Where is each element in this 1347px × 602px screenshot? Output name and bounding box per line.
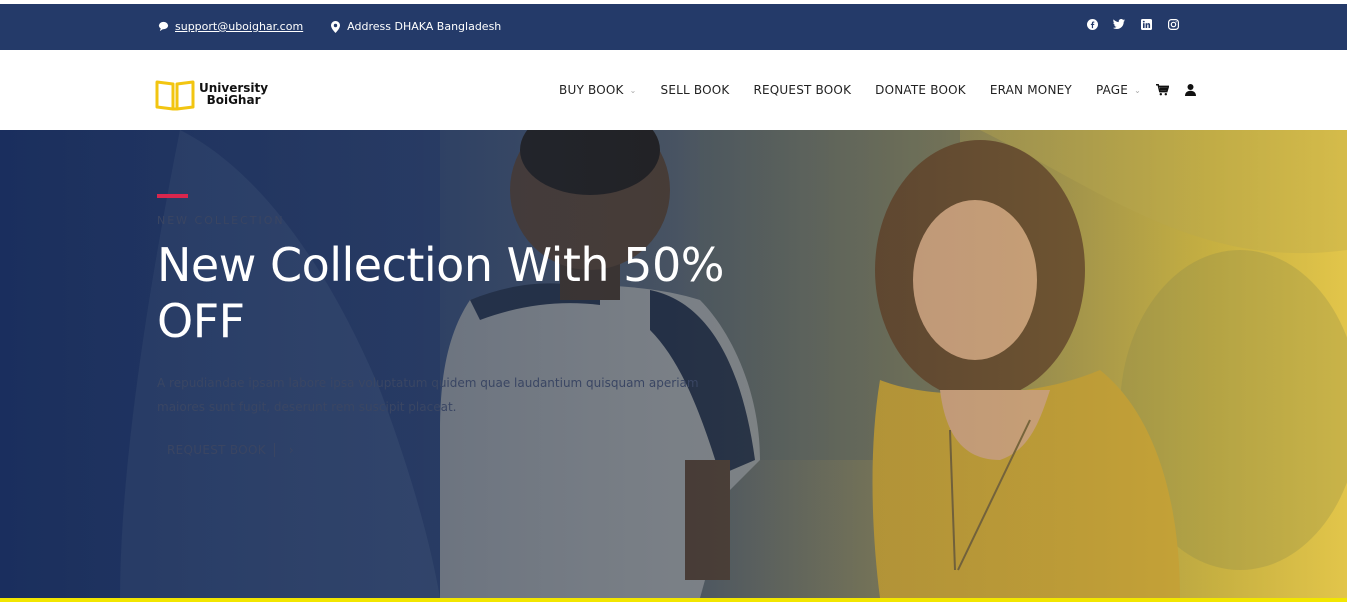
nav-item-label[interactable]: DONATE BOOK: [875, 83, 966, 97]
hero-kicker: NEW COLLECTION: [157, 214, 285, 227]
email-contact[interactable]: support@uboighar.com: [157, 20, 303, 33]
main-menu: BUY BOOK ⌄ SELL BOOK REQUEST BOOK DONATE…: [535, 83, 1197, 97]
top-bar: support@uboighar.com Address DHAKA Bangl…: [0, 0, 1347, 50]
hero-content: NEW COLLECTION New Collection With 50% O…: [157, 194, 737, 458]
cta-label[interactable]: REQUEST BOOK: [167, 443, 266, 457]
nav-item-request-book[interactable]: REQUEST BOOK: [753, 83, 851, 97]
twitter-icon[interactable]: [1113, 18, 1125, 30]
user-icon[interactable]: [1183, 83, 1197, 97]
site-logo[interactable]: University BoiGhar: [155, 77, 268, 111]
instagram-icon[interactable]: [1167, 18, 1179, 30]
request-book-button[interactable]: REQUEST BOOK ›: [157, 443, 294, 457]
nav-item-label[interactable]: BUY BOOK: [559, 83, 624, 97]
chevron-down-icon: ⌄: [1134, 85, 1141, 95]
linkedin-icon[interactable]: [1140, 18, 1152, 30]
hero-banner: NEW COLLECTION New Collection With 50% O…: [0, 130, 1347, 598]
nav-item-label[interactable]: SELL BOOK: [661, 83, 730, 97]
nav-item-eran-money[interactable]: ERAN MONEY: [990, 83, 1072, 97]
address-contact: Address DHAKA Bangladesh: [329, 20, 501, 33]
chevron-right-icon: ›: [288, 443, 294, 457]
address-text: Address DHAKA Bangladesh: [347, 20, 502, 33]
nav-item-sell-book[interactable]: SELL BOOK: [661, 83, 730, 97]
hero-title: New Collection With 50% OFF: [157, 238, 724, 348]
facebook-icon[interactable]: [1086, 18, 1098, 30]
contact-info: support@uboighar.com Address DHAKA Bangl…: [157, 20, 527, 33]
chat-icon: [157, 21, 169, 33]
bottom-accent-strip: [0, 598, 1347, 602]
nav-item-page[interactable]: PAGE ⌄: [1096, 83, 1141, 97]
nav-item-donate-book[interactable]: DONATE BOOK: [875, 83, 966, 97]
nav-item-buy-book[interactable]: BUY BOOK ⌄: [559, 83, 636, 97]
email-link[interactable]: support@uboighar.com: [175, 20, 303, 33]
social-links: [1071, 18, 1179, 30]
main-navbar: University BoiGhar BUY BOOK ⌄ SELL BOOK …: [0, 50, 1347, 130]
nav-item-label[interactable]: REQUEST BOOK: [753, 83, 851, 97]
chevron-down-icon: ⌄: [629, 85, 637, 95]
logo-text: University BoiGhar: [199, 82, 268, 106]
location-pin-icon: [329, 20, 341, 33]
nav-item-label[interactable]: PAGE: [1096, 83, 1128, 97]
open-book-icon: [155, 80, 195, 111]
cta-divider: [273, 443, 275, 457]
nav-item-label[interactable]: ERAN MONEY: [990, 83, 1072, 97]
cart-icon[interactable]: [1155, 83, 1169, 97]
logo-line-2: BoiGhar: [206, 93, 261, 107]
hero-description: A repudiandae ipsam labore ipsa voluptat…: [157, 376, 699, 414]
accent-line: [157, 194, 188, 198]
